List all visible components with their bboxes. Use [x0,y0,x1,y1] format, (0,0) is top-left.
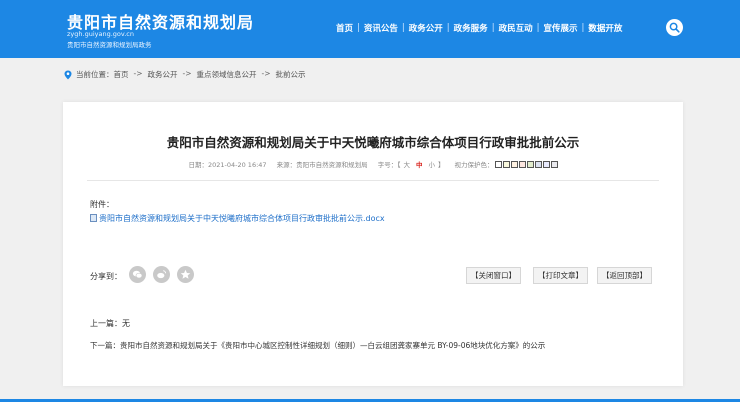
print-article-button[interactable]: 【打印文章】 [533,267,588,284]
nav-separator: | [581,23,585,33]
breadcrumb-home[interactable]: 首页 [114,69,129,80]
breadcrumb: 当前位置： 首页 -> 政务公开 -> 重点领域信息公开 -> 批前公示 [76,69,306,80]
color-swatch-pink[interactable] [518,161,526,168]
divider [87,180,659,181]
nav-gov-service[interactable]: 政务服务 [454,22,488,34]
breadcrumb-separator: -> [261,69,271,78]
nav-interaction[interactable]: 政民互动 [499,22,533,34]
nav-separator: | [446,23,450,33]
attachment-label: 附件： [90,200,114,209]
share-label: 分享到： [90,272,122,281]
close-window-button[interactable]: 【关闭窗口】 [466,267,521,284]
font-size-bracket-close: 】 [437,161,445,169]
article-title: 贵阳市自然资源和规划局关于中天悦曦府城市综合体项目行政审批批前公示 [166,135,580,150]
breadcrumb-gov-open[interactable]: 政务公开 [148,69,178,80]
attachment-link[interactable]: 贵阳市自然资源和规划局关于中天悦曦府城市综合体项目行政审批批前公示.docx [90,213,385,224]
article-date: 日期：2021-04-20 16:47 [188,161,267,169]
nav-news[interactable]: 资讯公告 [364,22,398,34]
breadcrumb-separator: -> [182,69,192,78]
font-size-bracket-open: 【 [397,161,401,169]
nav-showcase[interactable]: 宣传展示 [543,22,577,34]
back-to-top-button[interactable]: 【返回顶部】 [597,267,652,284]
share-weibo-button[interactable] [153,266,170,283]
font-size-small[interactable]: 小 [428,161,435,169]
breadcrumb-separator: -> [133,69,143,78]
eye-protect-control: 视力保护色： [455,161,558,169]
breadcrumb-current[interactable]: 批前公示 [276,69,306,80]
article-meta: 日期：2021-04-20 16:47 来源：贵阳市自然资源和规划局 字号：【大… [63,159,683,169]
site-subtitle: 贵阳市自然资源和规划局政务 [67,41,152,49]
wechat-icon [132,270,143,279]
color-swatch-lavender[interactable] [542,161,550,168]
font-size-large[interactable]: 大 [403,161,410,169]
attachment-filename[interactable]: 贵阳市自然资源和规划局关于中天悦曦府城市综合体项目行政审批批前公示.docx [99,214,385,223]
color-swatch-blue[interactable] [534,161,542,168]
site-header: 贵阳市自然资源和规划局 zygh.guiyang.gov.cn 贵阳市自然资源和… [0,0,740,58]
eye-protect-label: 视力保护色： [454,161,494,169]
location-pin-icon [64,70,72,80]
font-size-label: 字号： [377,161,398,169]
color-swatch-green[interactable] [526,161,534,168]
next-article-link[interactable]: 下一篇：贵阳市自然资源和规划局关于《贵阳市中心城区控制性详细规划（细则）—白云组… [90,340,545,351]
star-icon [180,269,191,279]
nav-separator: | [491,23,495,33]
color-swatch-peach[interactable] [510,161,518,168]
font-size-medium[interactable]: 中 [416,161,423,169]
search-button[interactable] [666,19,683,36]
breadcrumb-key-areas[interactable]: 重点领域信息公开 [197,69,257,80]
search-icon [669,22,680,33]
main-nav: 首页 | 资讯公告 | 政务公开 | 政务服务 | 政民互动 | 宣传展示 | … [336,22,622,34]
nav-home[interactable]: 首页 [336,22,353,34]
color-swatch-white[interactable] [494,161,502,168]
nav-gov-open[interactable]: 政务公开 [409,22,443,34]
share-wechat-button[interactable] [129,266,146,283]
weibo-icon [157,270,167,279]
color-swatch-gray[interactable] [550,161,558,168]
font-size-control: 字号：【大中小】 [378,161,445,169]
article-source: 来源：贵阳市自然资源和规划局 [276,161,368,169]
previous-article: 上一篇：无 [90,319,130,328]
nav-separator: | [401,23,405,33]
breadcrumb-bar: 当前位置： 首页 -> 政务公开 -> 重点领域信息公开 -> 批前公示 [0,58,740,92]
nav-separator: | [536,23,540,33]
document-icon [90,214,97,222]
nav-open-data[interactable]: 数据开放 [588,22,622,34]
share-qzone-button[interactable] [177,266,194,283]
site-domain: zygh.guiyang.gov.cn [67,30,134,38]
article-card: 贵阳市自然资源和规划局关于中天悦曦府城市综合体项目行政审批批前公示 日期：202… [63,102,683,386]
nav-separator: | [357,23,360,33]
breadcrumb-prefix: 当前位置： [76,70,114,79]
color-swatch-ivory[interactable] [502,161,510,168]
